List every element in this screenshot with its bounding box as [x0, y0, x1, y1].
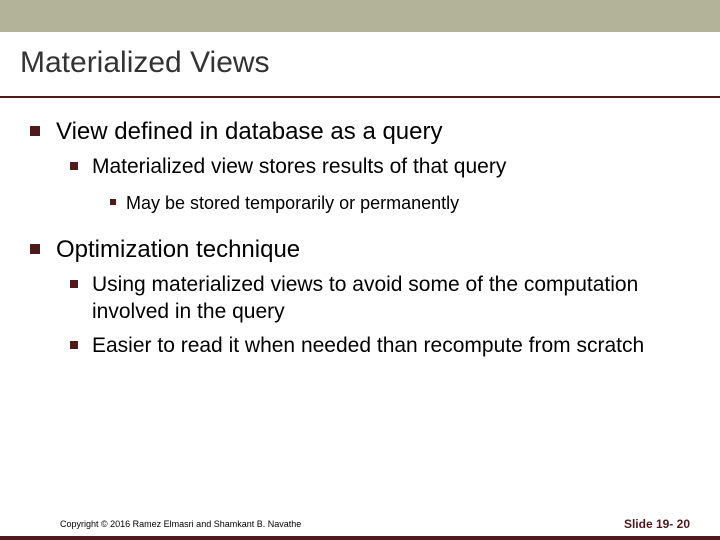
- bullet-text: Easier to read it when needed than recom…: [92, 332, 644, 359]
- top-accent-bar: [0, 0, 720, 32]
- square-bullet-icon: [30, 126, 40, 136]
- slide-number: Slide 19- 20: [624, 517, 690, 531]
- square-bullet-icon: [110, 199, 116, 205]
- copyright-text: Copyright © 2016 Ramez Elmasri and Shamk…: [60, 519, 301, 529]
- slide-title: Materialized Views: [0, 32, 720, 80]
- slide-content: View defined in database as a query Mate…: [0, 98, 720, 359]
- bullet-text: May be stored temporarily or permanently: [126, 192, 459, 215]
- square-bullet-icon: [70, 162, 78, 170]
- bullet-text: Using materialized views to avoid some o…: [92, 271, 690, 326]
- slide-footer: Copyright © 2016 Ramez Elmasri and Shamk…: [0, 512, 720, 540]
- square-bullet-icon: [70, 280, 78, 288]
- square-bullet-icon: [70, 341, 78, 349]
- bullet-level3: May be stored temporarily or permanently: [110, 192, 690, 215]
- bullet-text: View defined in database as a query: [56, 116, 443, 147]
- bullet-level2: Easier to read it when needed than recom…: [70, 332, 690, 359]
- bullet-level1: Optimization technique: [30, 234, 690, 265]
- bullet-text: Materialized view stores results of that…: [92, 153, 506, 180]
- bullet-level2: Materialized view stores results of that…: [70, 153, 690, 180]
- bullet-text: Optimization technique: [56, 234, 300, 265]
- square-bullet-icon: [30, 244, 40, 254]
- bullet-level1: View defined in database as a query: [30, 116, 690, 147]
- bullet-level2: Using materialized views to avoid some o…: [70, 271, 690, 326]
